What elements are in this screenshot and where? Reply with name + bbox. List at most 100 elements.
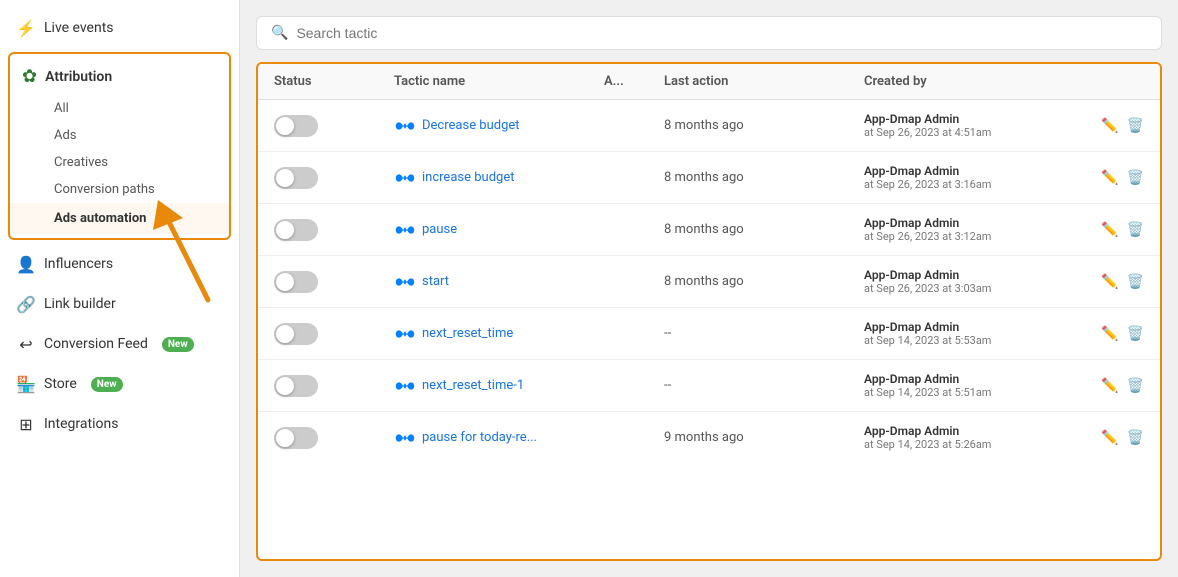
created-by-date: at Sep 26, 2023 at 3:03am [864,282,1084,295]
meta-platform-icon [394,118,416,134]
tactic-name[interactable]: increase budget [422,170,514,185]
sidebar-item-integrations[interactable]: ⊞ Integrations [0,404,239,444]
store-icon: 🏪 [16,374,36,394]
tactic-name[interactable]: start [422,274,449,289]
actions-cell: ✏️ 🗑️ [1084,222,1144,238]
tactic-name[interactable]: pause for today-re... [422,430,537,445]
status-toggle[interactable] [274,271,318,293]
meta-platform-icon [394,274,416,290]
actions-cell: ✏️ 🗑️ [1084,118,1144,134]
tactic-name[interactable]: pause [422,222,457,237]
delete-icon[interactable]: 🗑️ [1127,170,1144,186]
status-toggle[interactable] [274,219,318,241]
table-row: next_reset_time-1 -- App-Dmap Admin at S… [258,360,1160,412]
created-by-cell: App-Dmap Admin at Sep 14, 2023 at 5:51am [864,372,1084,399]
edit-icon[interactable]: ✏️ [1101,430,1118,446]
toggle-cell [274,115,394,137]
sidebar-item-conversion-feed[interactable]: ↩ Conversion Feed New [0,324,239,364]
sidebar-sub-ads[interactable]: Ads [10,122,229,149]
store-new-badge: New [91,377,123,392]
created-by-cell: App-Dmap Admin at Sep 26, 2023 at 3:16am [864,164,1084,191]
sidebar-link-builder-label: Link builder [44,296,116,312]
last-action-cell: 8 months ago [664,118,864,133]
tactic-name-cell: pause [394,222,604,238]
sidebar-sub-conversion-paths[interactable]: Conversion paths [10,176,229,203]
tactic-name[interactable]: Decrease budget [422,118,520,133]
created-by-name: App-Dmap Admin [864,268,1084,282]
sidebar-item-link-builder[interactable]: 🔗 Link builder [0,284,239,324]
delete-icon[interactable]: 🗑️ [1127,274,1144,290]
status-toggle[interactable] [274,167,318,189]
sidebar-store-label: Store [44,376,77,392]
meta-platform-icon [394,378,416,394]
toggle-cell [274,219,394,241]
last-action-cell: 9 months ago [664,430,864,445]
delete-icon[interactable]: 🗑️ [1127,430,1144,446]
edit-icon[interactable]: ✏️ [1101,222,1118,238]
edit-icon[interactable]: ✏️ [1101,170,1118,186]
created-by-date: at Sep 14, 2023 at 5:51am [864,386,1084,399]
created-by-date: at Sep 14, 2023 at 5:26am [864,438,1084,451]
search-input[interactable] [296,25,1147,41]
tactic-name-cell: pause for today-re... [394,430,604,446]
status-toggle[interactable] [274,427,318,449]
table-row: increase budget 8 months ago App-Dmap Ad… [258,152,1160,204]
last-action-cell: 8 months ago [664,274,864,289]
created-by-name: App-Dmap Admin [864,424,1084,438]
sidebar-sub-ads-automation[interactable]: Ads automation [10,203,229,234]
meta-platform-icon [394,326,416,342]
tactic-name-cell: next_reset_time-1 [394,378,604,394]
sidebar-item-attribution[interactable]: ✿ Attribution [10,58,229,95]
integrations-icon: ⊞ [16,414,36,434]
toggle-cell [274,271,394,293]
search-bar[interactable]: 🔍 [256,16,1162,50]
created-by-cell: App-Dmap Admin at Sep 26, 2023 at 3:12am [864,216,1084,243]
last-action-cell: -- [664,378,864,393]
sidebar-integrations-label: Integrations [44,416,118,432]
created-by-cell: App-Dmap Admin at Sep 26, 2023 at 4:51am [864,112,1084,139]
edit-icon[interactable]: ✏️ [1101,274,1118,290]
sidebar: ⚡ Live events ✿ Attribution All Ads Crea… [0,0,240,577]
actions-cell: ✏️ 🗑️ [1084,170,1144,186]
tactics-table: Status Tactic name A... Last action Crea… [256,62,1162,561]
toggle-cell [274,375,394,397]
sidebar-sub-creatives[interactable]: Creatives [10,149,229,176]
table-header: Status Tactic name A... Last action Crea… [258,64,1160,100]
sidebar-conversion-feed-label: Conversion Feed [44,336,148,352]
table-row: pause 8 months ago App-Dmap Admin at Sep… [258,204,1160,256]
link-builder-icon: 🔗 [16,294,36,314]
sidebar-sub-all[interactable]: All [10,95,229,122]
tactic-name-cell: start [394,274,604,290]
delete-icon[interactable]: 🗑️ [1127,222,1144,238]
last-action-cell: 8 months ago [664,222,864,237]
tactic-name-cell: Decrease budget [394,118,604,134]
tactic-name[interactable]: next_reset_time-1 [422,378,524,393]
sidebar-item-live-events[interactable]: ⚡ Live events [0,8,239,48]
sidebar-item-live-events-label: Live events [44,20,114,36]
status-toggle[interactable] [274,323,318,345]
ads-automation-label: Ads automation [22,211,146,226]
status-toggle[interactable] [274,375,318,397]
delete-icon[interactable]: 🗑️ [1127,378,1144,394]
tactic-name[interactable]: next_reset_time [422,326,513,341]
actions-cell: ✏️ 🗑️ [1084,274,1144,290]
sidebar-item-influencers[interactable]: 👤 Influencers [0,244,239,284]
col-last-action: Last action [664,74,864,89]
delete-icon[interactable]: 🗑️ [1127,326,1144,342]
status-toggle[interactable] [274,115,318,137]
table-body: Decrease budget 8 months ago App-Dmap Ad… [258,100,1160,463]
edit-icon[interactable]: ✏️ [1101,378,1118,394]
delete-icon[interactable]: 🗑️ [1127,118,1144,134]
col-created-by: Created by [864,74,1084,89]
search-icon: 🔍 [271,25,288,41]
created-by-cell: App-Dmap Admin at Sep 26, 2023 at 3:03am [864,268,1084,295]
actions-cell: ✏️ 🗑️ [1084,430,1144,446]
col-status: Status [274,74,394,89]
edit-icon[interactable]: ✏️ [1101,326,1118,342]
last-action-cell: 8 months ago [664,170,864,185]
created-by-date: at Sep 14, 2023 at 5:53am [864,334,1084,347]
col-tactic-name: Tactic name [394,74,604,89]
toggle-cell [274,323,394,345]
edit-icon[interactable]: ✏️ [1101,118,1118,134]
sidebar-item-store[interactable]: 🏪 Store New [0,364,239,404]
